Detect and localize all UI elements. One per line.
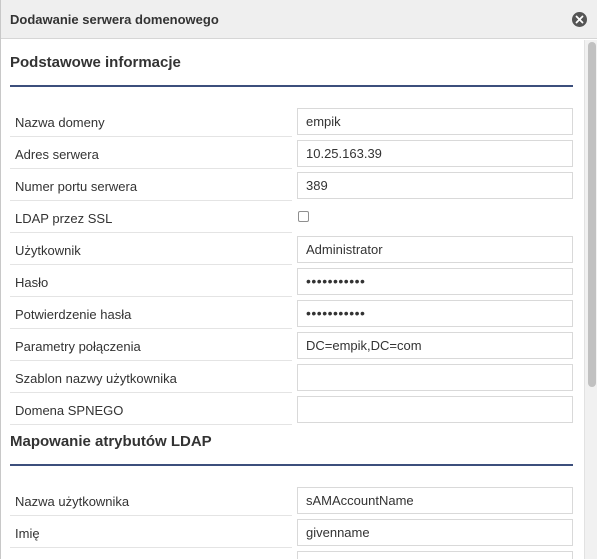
dialog-title: Dodawanie serwera domenowego <box>10 12 219 27</box>
section-title-ldap-mapping: Mapowanie atrybutów LDAP <box>10 433 212 450</box>
form-row-ldap-ssl: LDAP przez SSL <box>10 204 573 236</box>
domain-name-label: Nazwa domeny <box>10 108 292 137</box>
form-row-server-port: Numer portu serwera 389 <box>10 172 573 204</box>
dialog-titlebar: Dodawanie serwera domenowego <box>1 0 597 39</box>
password-confirm-label: Potwierdzenie hasła <box>10 300 292 329</box>
ldap-username-label: Nazwa użytkownika <box>10 487 292 516</box>
password-input[interactable]: ••••••••••• <box>297 268 573 295</box>
section-divider <box>10 464 573 466</box>
user-input[interactable]: Administrator <box>297 236 573 263</box>
vertical-scrollbar[interactable] <box>584 40 597 559</box>
server-address-label: Adres serwera <box>10 140 292 169</box>
ldap-ssl-checkbox[interactable] <box>298 211 309 222</box>
form-row-connection-params: Parametry połączenia DC=empik,DC=com <box>10 332 573 364</box>
add-domain-server-dialog: Dodawanie serwera domenowego Podstawowe … <box>0 0 597 559</box>
section-divider <box>10 85 573 87</box>
connection-params-label: Parametry połączenia <box>10 332 292 361</box>
form-row-password-confirm: Potwierdzenie hasła ••••••••••• <box>10 300 573 332</box>
form-row-partial <box>10 551 573 559</box>
user-label: Użytkownik <box>10 236 292 265</box>
ldap-ssl-label: LDAP przez SSL <box>10 204 292 233</box>
domain-name-input[interactable]: empik <box>297 108 573 135</box>
username-template-input[interactable] <box>297 364 573 391</box>
username-template-label: Szablon nazwy użytkownika <box>10 364 292 393</box>
section-title-basic-info: Podstawowe informacje <box>10 54 181 71</box>
server-port-label: Numer portu serwera <box>10 172 292 201</box>
close-icon[interactable] <box>572 12 587 27</box>
partial-row-input[interactable] <box>297 551 573 559</box>
password-confirm-input[interactable]: ••••••••••• <box>297 300 573 327</box>
scrollbar-thumb[interactable] <box>588 42 596 387</box>
connection-params-input[interactable]: DC=empik,DC=com <box>297 332 573 359</box>
form-row-password: Hasło ••••••••••• <box>10 268 573 300</box>
form-row-ldap-first-name: Imię givenname <box>10 519 573 551</box>
form-row-spnego-domain: Domena SPNEGO <box>10 396 573 428</box>
spnego-domain-label: Domena SPNEGO <box>10 396 292 425</box>
server-port-input[interactable]: 389 <box>297 172 573 199</box>
form-row-server-address: Adres serwera 10.25.163.39 <box>10 140 573 172</box>
spnego-domain-input[interactable] <box>297 396 573 423</box>
ldap-first-name-label: Imię <box>10 519 292 548</box>
partial-row-label <box>10 551 292 559</box>
dialog-content[interactable]: Podstawowe informacje Nazwa domeny empik… <box>1 40 584 559</box>
form-row-domain-name: Nazwa domeny empik <box>10 108 573 140</box>
form-row-user: Użytkownik Administrator <box>10 236 573 268</box>
form-row-ldap-username: Nazwa użytkownika sAMAccountName <box>10 487 573 519</box>
password-label: Hasło <box>10 268 292 297</box>
ldap-username-input[interactable]: sAMAccountName <box>297 487 573 514</box>
form-row-username-template: Szablon nazwy użytkownika <box>10 364 573 396</box>
server-address-input[interactable]: 10.25.163.39 <box>297 140 573 167</box>
ldap-first-name-input[interactable]: givenname <box>297 519 573 546</box>
